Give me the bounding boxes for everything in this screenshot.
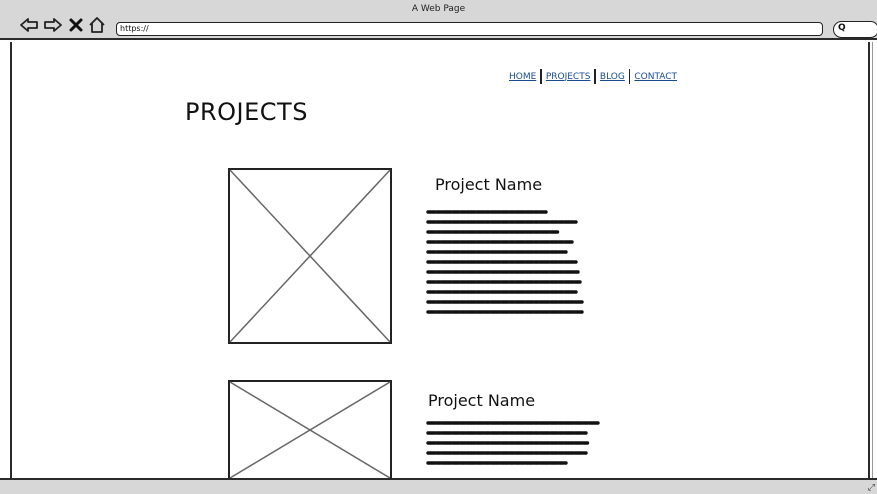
nav-link-home[interactable]: HOME [509,72,536,82]
nav-link-projects[interactable]: PROJECTS [546,72,591,82]
stop-button[interactable] [65,14,87,36]
browser-toolbar: A Web Page https:// Q [0,0,877,40]
placeholder-text [426,421,600,465]
scrollbar[interactable] [872,42,877,478]
image-placeholder [228,168,392,344]
close-icon [69,18,83,32]
nav-divider [594,69,596,84]
home-button[interactable] [86,14,108,36]
nav-link-blog[interactable]: BLOG [600,72,625,82]
image-placeholder [228,380,392,478]
page-title: PROJECTS [185,98,308,126]
nav-divider [540,69,542,84]
forward-button[interactable] [42,14,64,36]
search-icon: Q [838,23,846,33]
search-field[interactable]: Q [833,21,877,38]
status-bar: ⤢ [0,478,877,494]
nav-link-contact[interactable]: CONTACT [634,72,677,82]
back-arrow-icon [20,18,38,32]
nav-divider [628,69,631,84]
window-title: A Web Page [411,4,466,14]
project-name: Project Name [428,391,536,410]
site-navigation: HOME PROJECTS BLOG CONTACT [509,69,677,84]
forward-arrow-icon [44,18,62,32]
home-icon [89,17,105,33]
address-bar[interactable]: https:// [116,22,823,36]
project-name: Project Name [435,175,543,194]
resize-handle-icon[interactable]: ⤢ [868,483,875,493]
back-button[interactable] [18,14,40,36]
placeholder-text [426,210,584,314]
